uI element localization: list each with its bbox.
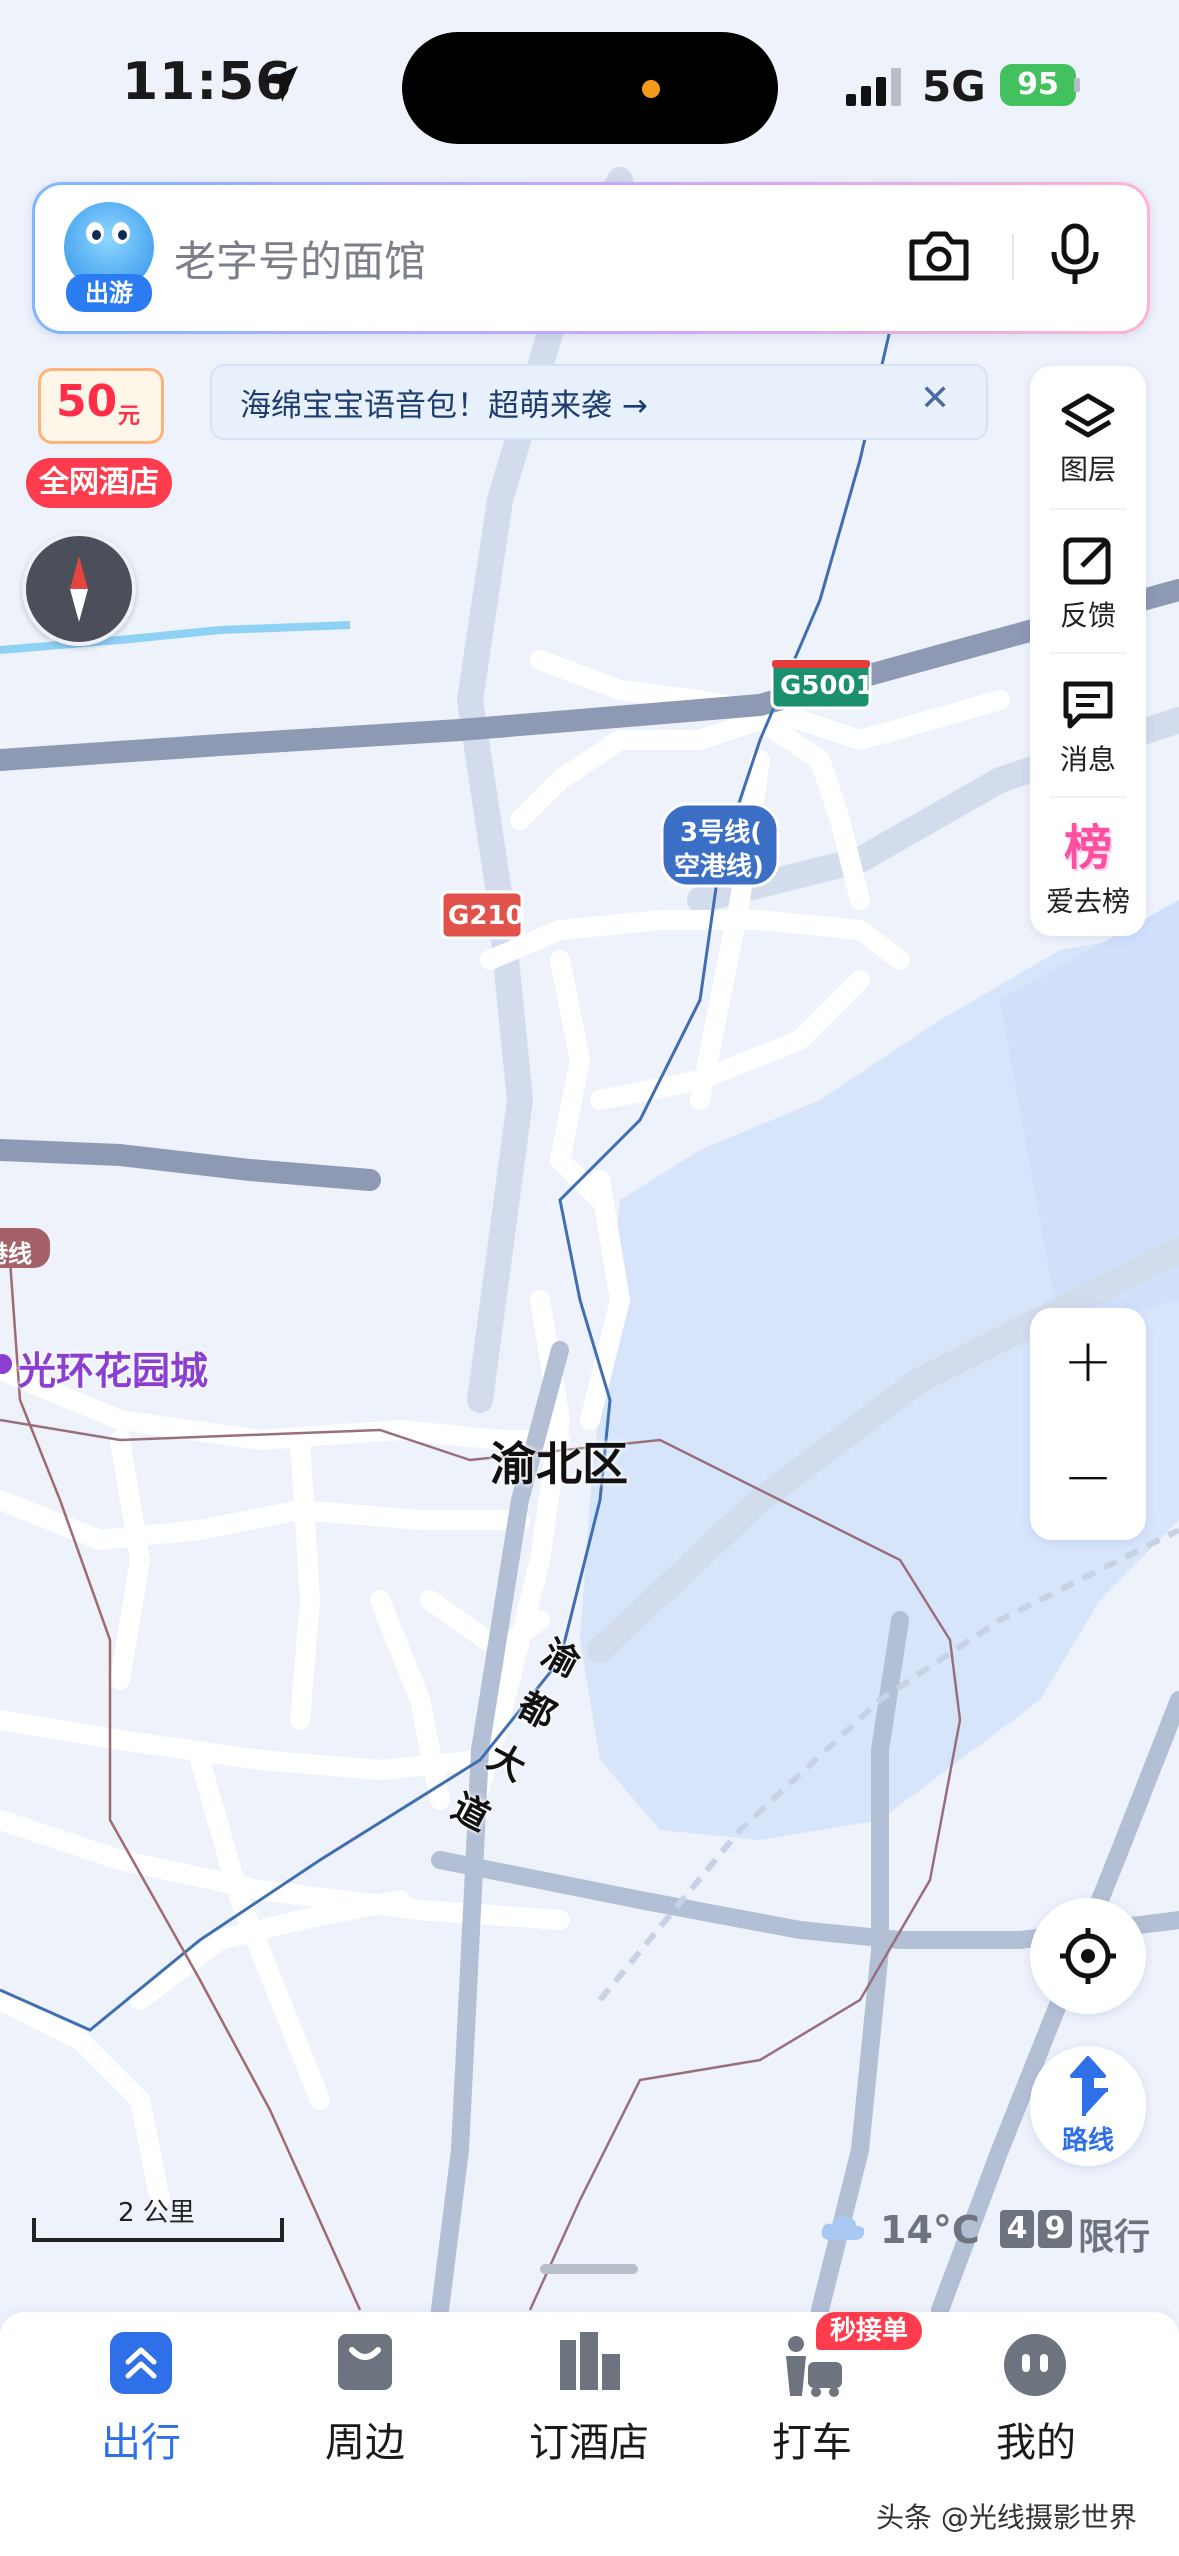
tab-nearby[interactable]: 周边 [285,2410,445,2468]
route-arrow-icon [1070,2056,1108,2116]
tab-nearby-icon[interactable] [334,2330,396,2394]
close-icon[interactable]: ✕ [920,378,950,419]
district-label: 渝北区 [490,1437,628,1491]
watermark: 头条 @光线摄影世界 [876,2501,1137,2534]
network-type: 5G [922,62,986,111]
mascot-badge: 出游 [66,274,152,312]
signal-icon [846,68,901,106]
tab-profile-icon[interactable] [1004,2334,1066,2396]
g5001-label: G5001 [780,671,874,701]
toolbar-item-ranking[interactable]: 爱去榜 [1030,880,1146,920]
toolbar-item-feedback[interactable]: 反馈 [1030,594,1146,634]
promo-amount: 50 [56,376,118,427]
scale-bar [32,2218,284,2242]
camera-icon[interactable] [906,228,972,284]
tab-travel[interactable]: 出行 [61,2410,221,2468]
tab-hotel-icon[interactable] [556,2330,624,2394]
compass-needle-icon [70,556,88,622]
feedback-icon[interactable] [1060,532,1116,588]
message-icon[interactable] [1060,676,1116,732]
battery-indicator: 95 [1000,64,1076,106]
plate-restriction-2: 9 [1038,2210,1072,2248]
metro-3-label-line2: 空港线) [674,852,764,882]
toolbar-item-layers[interactable]: 图层 [1030,448,1146,488]
locate-button[interactable] [1030,1898,1146,2014]
bottom-sheet-handle[interactable] [540,2264,638,2274]
battery-cap [1074,78,1080,92]
promo-unit: 元 [118,404,141,429]
plate-restriction-1: 4 [1000,2210,1034,2248]
layers-icon[interactable] [1060,390,1116,446]
compass-button[interactable] [22,532,136,646]
tab-travel-icon[interactable] [110,2332,172,2394]
zoom-out-button[interactable]: − [1030,1442,1146,1512]
banner-text[interactable]: 海绵宝宝语音包！超萌来袭 → [240,380,648,425]
cloud-icon [821,2215,865,2240]
restriction-label[interactable]: 限行 [1078,2208,1150,2260]
g210-label: G210 [448,901,524,931]
microphone-icon[interactable] [1048,222,1102,288]
toolbar-divider [1050,508,1126,510]
ranking-icon[interactable]: 榜 [1054,818,1122,878]
location-arrow-icon [262,66,298,102]
tab-profile[interactable]: 我的 [956,2410,1116,2468]
promo-label[interactable]: 全网酒店 [26,458,172,508]
toolbar-item-message[interactable]: 消息 [1030,738,1146,778]
privacy-indicator-dot [642,80,660,98]
garden-label[interactable]: 光环花园城 [18,1340,208,1395]
toolbar-divider [1050,652,1126,654]
locate-crosshair-icon [1060,1928,1116,1984]
tab-taxi[interactable]: 打车 [732,2410,892,2468]
dynamic-island [402,32,778,144]
route-label[interactable]: 路线 [1030,2120,1146,2157]
tab-hotel[interactable]: 订酒店 [509,2410,669,2468]
taxi-badge: 秒接单 [816,2312,923,2350]
temperature: 14°C [880,2208,980,2252]
edge-line-label: 港线 [0,1240,32,1268]
search-divider [1012,234,1014,280]
zoom-in-button[interactable]: + [1030,1326,1146,1396]
metro-3-label-line1: 3号线( [680,818,762,848]
chevron-up-icon [125,2347,157,2379]
toolbar-divider [1050,796,1126,798]
search-input[interactable]: 老字号的面馆 [174,228,426,289]
